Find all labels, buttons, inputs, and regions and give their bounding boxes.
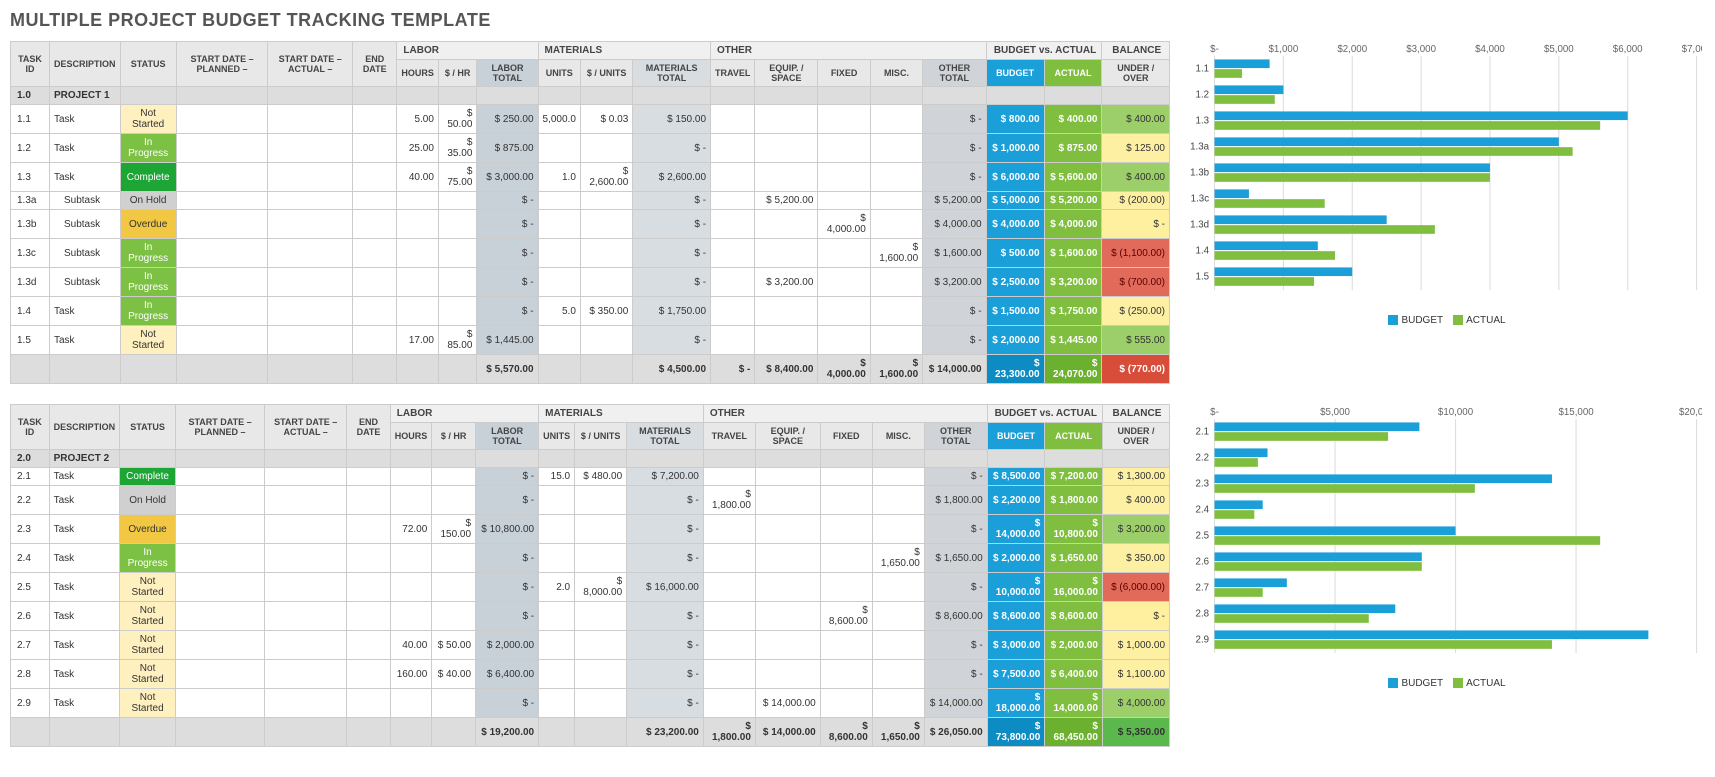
table-row[interactable]: 1.5TaskNot Started 17.00$ 85.00$ 1,445.0… [11,326,1170,355]
table-row[interactable]: 2.8TaskNot Started 160.00$ 40.00$ 6,400.… [11,660,1170,689]
page-title: MULTIPLE PROJECT BUDGET TRACKING TEMPLAT… [10,10,1705,31]
table-row[interactable]: 2.3TaskOverdue 72.00$ 150.00$ 10,800.00 … [11,515,1170,544]
svg-text:2.6: 2.6 [1196,556,1210,567]
svg-text:1.3: 1.3 [1196,115,1210,126]
table-row[interactable]: 2.5TaskNot Started $ - 2.0$ 8,000.00$ 16… [11,573,1170,602]
bar-chart: $- $5,000 $10,000 $15,000 $20,000 2.1 2.2 2.3 2.… [1182,404,1702,673]
svg-text:1.1: 1.1 [1196,63,1210,74]
svg-text:2.9: 2.9 [1196,634,1210,645]
table-row[interactable]: 1.4TaskIn Progress $ - 5.0$ 350.00$ 1,75… [11,297,1170,326]
svg-text:2.5: 2.5 [1196,530,1210,541]
table-row[interactable]: 1.3cSubtaskIn Progress $ - $ - $ 1,600.0… [11,239,1170,268]
svg-text:1.4: 1.4 [1196,245,1210,256]
totals-row: $ 19,200.00$ 23,200.00 $ 1,800.00$ 14,00… [11,718,1170,747]
svg-text:2.2: 2.2 [1196,452,1210,463]
svg-text:2.7: 2.7 [1196,582,1210,593]
svg-text:$15,000: $15,000 [1558,407,1594,418]
svg-text:2.3: 2.3 [1196,478,1210,489]
table-row[interactable]: 2.2TaskOn Hold $ - $ - $ 1,800.00$ 1,800… [11,486,1170,515]
svg-text:2.1: 2.1 [1196,426,1210,437]
svg-text:2.4: 2.4 [1196,504,1210,515]
table-row[interactable]: 2.4TaskIn Progress $ - $ - $ 1,650.00$ 1… [11,544,1170,573]
svg-text:$2,000: $2,000 [1337,44,1367,55]
svg-text:$5,000: $5,000 [1320,407,1350,418]
table-row[interactable]: 1.3aSubtaskOn Hold $ - $ - $ 5,200.00$ 5… [11,192,1170,210]
svg-text:$1,000: $1,000 [1268,44,1298,55]
table-row[interactable]: 1.3TaskComplete 40.00$ 75.00$ 3,000.00 1… [11,163,1170,192]
table-row[interactable]: 2.6TaskNot Started $ - $ - $ 8,600.00$ 8… [11,602,1170,631]
chart-legend: BUDGETACTUAL [1182,315,1702,326]
table-row[interactable]: 2.7TaskNot Started 40.00$ 50.00$ 2,000.0… [11,631,1170,660]
project-header-row: 2.0PROJECT 2 [11,450,1170,468]
svg-text:$5,000: $5,000 [1544,44,1574,55]
totals-row: $ 5,570.00$ 4,500.00 $ -$ 8,400.00$ 4,00… [11,355,1170,384]
svg-text:1.3d: 1.3d [1190,219,1209,230]
svg-text:1.3b: 1.3b [1190,167,1209,178]
svg-text:1.2: 1.2 [1196,89,1210,100]
table-row[interactable]: 1.3dSubtaskIn Progress $ - $ - $ 3,200.0… [11,268,1170,297]
bar-chart: $- $1,000 $2,000 $3,000 $4,000 $5,000 $6,000 $7… [1182,41,1702,310]
svg-text:1.3c: 1.3c [1191,193,1210,204]
project-header-row: 1.0PROJECT 1 [11,87,1170,105]
svg-text:$4,000: $4,000 [1475,44,1505,55]
budget-table: TASK IDDESCRIPTIONSTATUSSTART DATE – PLA… [10,41,1170,384]
svg-text:1.5: 1.5 [1196,271,1210,282]
svg-text:$3,000: $3,000 [1406,44,1436,55]
svg-text:$20,000: $20,000 [1679,407,1702,418]
svg-text:1.3a: 1.3a [1190,141,1210,152]
svg-text:$-: $- [1210,44,1219,55]
table-row[interactable]: 2.1TaskComplete $ - 15.0$ 480.00$ 7,200.… [11,468,1170,486]
svg-text:$-: $- [1210,407,1219,418]
table-row[interactable]: 1.2TaskIn Progress 25.00$ 35.00$ 875.00 … [11,134,1170,163]
svg-text:2.8: 2.8 [1196,608,1210,619]
svg-text:$7,000: $7,000 [1682,44,1702,55]
chart-legend: BUDGETACTUAL [1182,678,1702,689]
table-row[interactable]: 1.1TaskNot Started 5.00$ 50.00$ 250.00 5… [11,105,1170,134]
budget-table: TASK IDDESCRIPTIONSTATUSSTART DATE – PLA… [10,404,1170,747]
svg-text:$6,000: $6,000 [1613,44,1643,55]
table-row[interactable]: 2.9TaskNot Started $ - $ - $ 14,000.00$ … [11,689,1170,718]
table-row[interactable]: 1.3bSubtaskOverdue $ - $ - $ 4,000.00$ 4… [11,210,1170,239]
svg-text:$10,000: $10,000 [1438,407,1474,418]
